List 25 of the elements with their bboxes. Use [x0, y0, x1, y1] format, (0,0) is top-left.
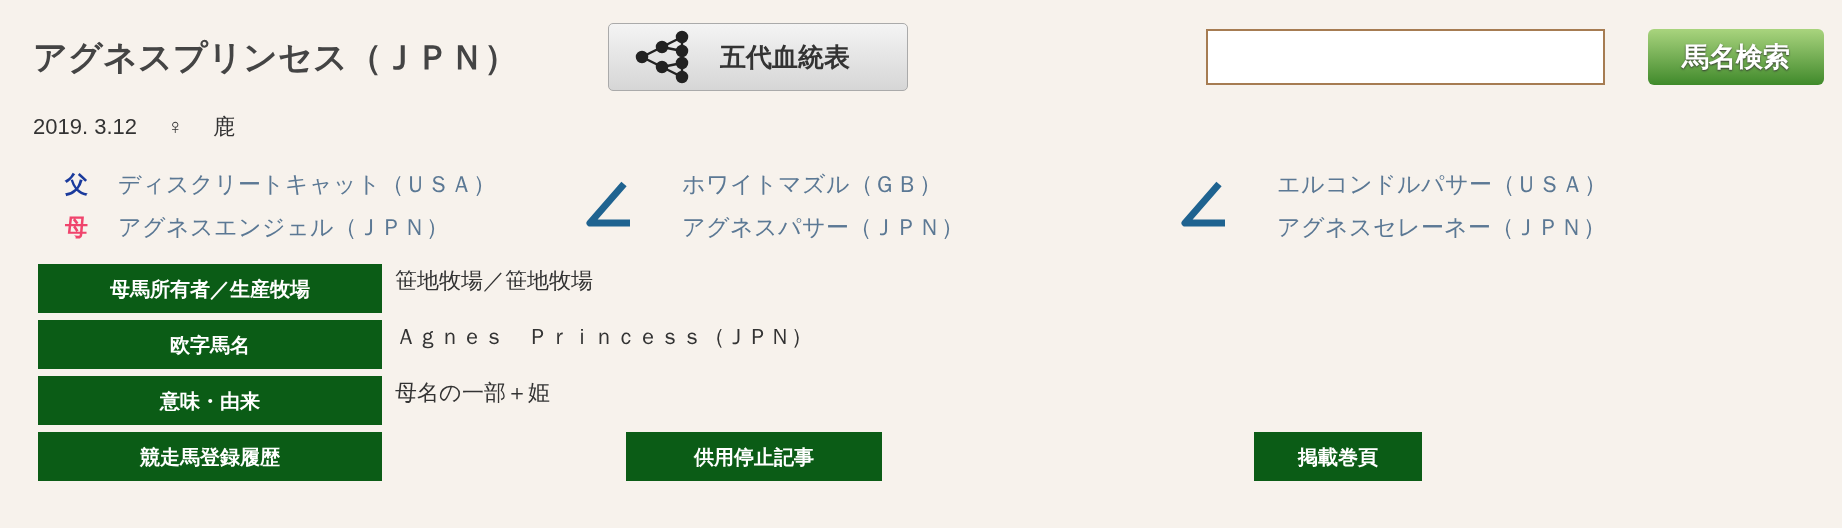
field-value: 母名の一部＋姫: [395, 379, 550, 407]
horse-name-title: アグネスプリンセス（ＪＰＮ）: [33, 36, 519, 78]
ancestor-link[interactable]: ホワイトマズル（ＧＢ）: [682, 167, 942, 202]
history-button[interactable]: 競走馬登録履歴: [38, 432, 382, 481]
ancestor-link[interactable]: エルコンドルパサー（ＵＳＡ）: [1277, 167, 1607, 202]
field-value: Ａｇｎｅｓ Ｐｒｉｎｃｅｓｓ（ＪＰＮ）: [395, 323, 813, 351]
ancestor-link[interactable]: アグネスセレーネー（ＪＰＮ）: [1277, 209, 1606, 244]
search-field[interactable]: [1206, 29, 1605, 85]
birth-date: 2019. 3.12: [33, 113, 137, 141]
parent-label: 母: [65, 212, 88, 242]
link-button[interactable]: 掲載巻頁: [1254, 432, 1422, 481]
tree-diagram-icon: [634, 29, 690, 85]
pedigree-button[interactable]: 五代血統表: [608, 23, 908, 91]
field-label: 意味・由来: [38, 376, 382, 425]
sex-symbol: ♀: [167, 113, 184, 141]
ancestor-link[interactable]: ディスクリートキャット（ＵＳＡ）: [118, 167, 496, 202]
search-button[interactable]: 馬名検索: [1648, 29, 1824, 85]
ancestor-link[interactable]: アグネスエンジェル（ＪＰＮ）: [118, 209, 449, 244]
field-value: 笹地牧場／笹地牧場: [395, 267, 593, 295]
link-button[interactable]: 供用停止記事: [626, 432, 882, 481]
field-label: 母馬所有者／生産牧場: [38, 264, 382, 313]
ancestor-link[interactable]: アグネスパサー（ＪＰＮ）: [682, 209, 964, 244]
field-label: 欧字馬名: [38, 320, 382, 369]
parent-label: 父: [65, 170, 88, 199]
coat-color: 鹿: [213, 113, 236, 141]
